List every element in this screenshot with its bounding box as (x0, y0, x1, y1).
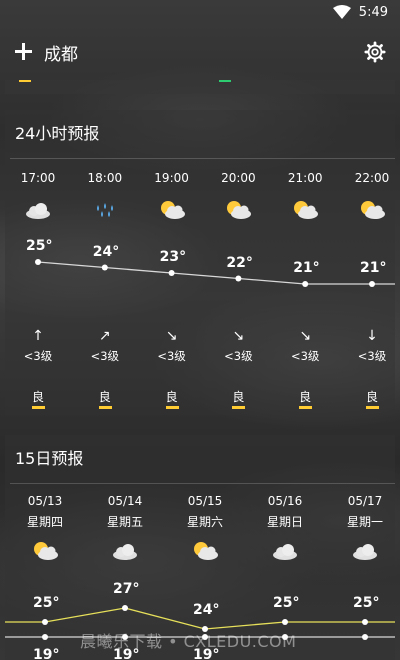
hour-temp: 21° (293, 260, 320, 276)
day-low-temp: 19° (33, 647, 60, 660)
hourly-temp-point (235, 275, 242, 282)
day-date: 05/16 (267, 494, 303, 508)
aqi-bar (32, 406, 45, 409)
day-high-temp: 24° (193, 602, 220, 618)
day-date: 05/13 (27, 494, 63, 508)
wind-direction-icon: ↑ (32, 328, 44, 344)
hour-time: 17:00 (20, 171, 56, 185)
hour-temp: 25° (26, 238, 53, 254)
partly-cloudy-icon (223, 199, 253, 221)
hour-wind: <3级 (157, 349, 186, 363)
hour-aqi: 良 (98, 390, 111, 404)
daily-high-point (42, 619, 48, 625)
day-weekday: 星期五 (106, 515, 143, 529)
partly-cloudy-icon (157, 199, 187, 221)
wind-direction-icon: ↓ (366, 328, 378, 344)
daily-low-point (362, 634, 368, 640)
hour-time: 22:00 (354, 171, 390, 185)
hour-temp: 23° (159, 249, 187, 265)
hourly-temp-point (302, 281, 309, 287)
day-date: 05/15 (187, 494, 223, 508)
status-indicator (219, 80, 231, 82)
hour-wind: <3级 (290, 349, 320, 363)
hour-time: 18:00 (87, 171, 123, 185)
hour-aqi: 良 (232, 390, 245, 404)
hour-aqi: 良 (365, 390, 378, 404)
wind-direction-icon: ↘ (165, 328, 178, 344)
day-date: 05/14 (107, 494, 143, 508)
hourly-temp-line (37, 261, 395, 285)
daily-low-point (42, 634, 48, 640)
wind-direction-icon: ↘ (232, 328, 245, 344)
app-bar: 成都 (0, 24, 400, 80)
hour-aqi: 良 (31, 390, 44, 404)
hour-time: 19:00 (154, 171, 189, 185)
aqi-indicator (19, 80, 31, 82)
hour-time: 21:00 (287, 171, 323, 185)
hour-temp: 21° (360, 260, 387, 276)
hour-time: 20:00 (221, 171, 256, 185)
partly-cloudy-icon (290, 199, 320, 221)
cloudy-icon (110, 540, 140, 562)
hour-wind: <3级 (23, 349, 53, 363)
daily-high-point (282, 619, 288, 625)
hour-wind: <3级 (357, 349, 387, 363)
day-weekday: 星期六 (186, 515, 223, 529)
partly-cloudy-icon (357, 199, 387, 221)
hour-wind: <3级 (90, 349, 120, 363)
day-weekday: 星期一 (346, 515, 383, 529)
cloudy-icon (23, 199, 53, 221)
day-date: 05/17 (347, 494, 383, 508)
watermark: 晨曦乐下载 • CXLEDU.COM (80, 632, 297, 651)
status-time: 5:49 (358, 4, 388, 20)
aqi-bar (366, 406, 379, 409)
day-weekday: 星期日 (266, 515, 303, 529)
hour-temp: 24° (92, 243, 120, 260)
partly-cloudy-icon (30, 540, 60, 562)
hourly-temp-point (101, 264, 108, 271)
wind-direction-icon: ↘ (299, 328, 312, 344)
day-weekday: 星期四 (26, 515, 63, 529)
aqi-bar (299, 406, 313, 409)
day-high-temp: 27° (113, 581, 140, 597)
add-city-button[interactable] (14, 42, 34, 62)
wifi-icon (332, 5, 351, 19)
cloudy-icon (270, 540, 300, 562)
day-high-temp: 25° (33, 595, 60, 611)
wind-direction-icon: ↗ (98, 328, 111, 344)
aqi-bar (165, 406, 179, 409)
aqi-bar (232, 406, 246, 409)
day-high-temp: 25° (273, 595, 300, 611)
hour-temp: 22° (226, 254, 253, 271)
hourly-temp-point (35, 259, 41, 265)
gear-icon[interactable] (364, 41, 386, 63)
city-name[interactable]: 成都 (44, 40, 78, 65)
hourly-temp-point (168, 270, 175, 276)
status-bar: 5:49 (0, 0, 400, 24)
hour-aqi: 良 (165, 390, 178, 404)
daily-forecast-card[interactable]: 15日预报 05/13 星期四 25° 19° 05/14 星期五 27° 19° 05/1… (5, 435, 395, 660)
aqi-bar (98, 406, 112, 409)
hour-wind: <3级 (224, 349, 253, 363)
rain-icon (90, 199, 120, 221)
top-summary-strip (5, 80, 395, 94)
daily-high-point (122, 605, 128, 611)
hourly-forecast-card[interactable]: 24小时预报 17:00 25° ↑ <3级良 18:00 24° ↗ <3级良 19:00… (5, 110, 395, 415)
day-high-temp: 25° (353, 595, 380, 611)
hour-aqi: 良 (299, 390, 312, 404)
hourly-temp-point (369, 281, 375, 287)
hourly-temp-chart (35, 259, 395, 287)
partly-cloudy-icon (190, 540, 220, 562)
daily-high-point (362, 619, 368, 625)
cloudy-icon (350, 540, 380, 562)
